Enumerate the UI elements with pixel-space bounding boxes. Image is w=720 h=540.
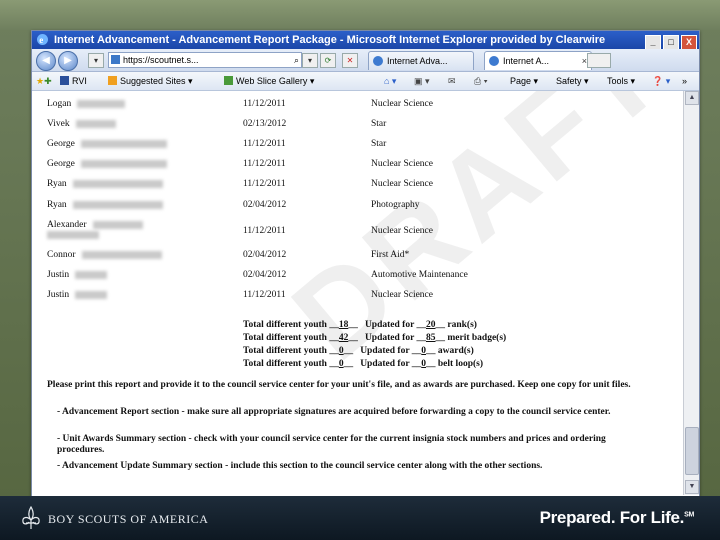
tab-label: Internet Adva... [387, 56, 448, 66]
new-tab-button[interactable] [587, 53, 611, 68]
slide-background-top [0, 0, 720, 30]
youth-name: Alexander [47, 220, 143, 240]
url-input[interactable]: https://scoutnet.s... ⌕ [108, 52, 302, 68]
scroll-up-icon[interactable]: ▲ [685, 91, 699, 105]
organization-name: BOY SCOUTS OF AMERICA [48, 512, 209, 526]
tab-label: Internet A... [503, 56, 550, 66]
award-name: Star [371, 119, 387, 129]
totals-row: Total different youth __0__ Updated for … [243, 359, 483, 369]
award-name: Nuclear Science [371, 179, 433, 189]
youth-name: George [47, 159, 167, 169]
favorite-label: Web Slice Gallery ▾ [236, 76, 315, 86]
youth-name: Justin [47, 290, 108, 300]
instruction-note: Please print this report and provide it … [47, 380, 631, 390]
web-slice-icon [224, 76, 233, 85]
rss-icon [60, 76, 69, 85]
address-bar: ◀ ▶ ▾ https://scoutnet.s... ⌕ ▾ ⟳ ✕ Inte… [32, 49, 699, 72]
svg-text:e: e [39, 35, 43, 45]
feeds-icon[interactable]: ▣ ▾ [414, 72, 430, 90]
award-name: Star [371, 139, 387, 149]
award-date: 11/12/2011 [243, 139, 286, 149]
award-date: 11/12/2011 [243, 290, 286, 300]
totals-row: Total different youth __0__ Updated for … [243, 346, 474, 356]
tab-page-icon [373, 56, 383, 66]
award-name: Nuclear Science [371, 290, 433, 300]
url-text: https://scoutnet.s... [123, 55, 199, 65]
print-icon[interactable]: ⎙ ▾ [474, 72, 487, 90]
award-date: 11/12/2011 [243, 179, 286, 189]
bsa-fleur-de-lis-icon [22, 506, 40, 529]
favorite-suggested-sites[interactable]: Suggested Sites ▾ [108, 72, 193, 90]
browser-window: e Internet Advancement - Advancement Rep… [31, 30, 700, 498]
window-title: Internet Advancement - Advancement Repor… [54, 34, 606, 46]
instruction-note: - Advancement Report section - make sure… [57, 407, 611, 417]
history-dropdown-icon[interactable]: ▾ [88, 53, 104, 68]
mail-icon[interactable]: ✉ [448, 72, 456, 90]
title-bar: e Internet Advancement - Advancement Rep… [32, 31, 699, 50]
home-icon[interactable]: ⌂ ▾ [384, 72, 396, 90]
award-date: 11/12/2011 [243, 159, 286, 169]
favorite-rvi[interactable]: RVI [60, 72, 87, 90]
totals-row: Total different youth __42__ Updated for… [243, 333, 507, 343]
youth-name: Logan [47, 99, 126, 109]
favorites-star-icon[interactable]: ★✚ [36, 72, 52, 90]
tagline: Prepared. For Life.SM [539, 508, 695, 527]
refresh-icon[interactable]: ⟳ [320, 53, 336, 68]
trademark: SM [684, 511, 694, 519]
award-date: 02/04/2012 [243, 250, 287, 260]
award-date: 11/12/2011 [243, 99, 286, 109]
totals-row: Total different youth __18__ Updated for… [243, 320, 477, 330]
dropdown-icon[interactable]: ▾ [302, 53, 318, 68]
youth-name: Ryan [47, 179, 163, 189]
award-date: 02/13/2012 [243, 119, 287, 129]
youth-name: Connor [47, 250, 162, 260]
close-button[interactable]: X [681, 35, 697, 50]
suggested-sites-icon [108, 76, 117, 85]
award-name: Automotive Maintenance [371, 270, 468, 280]
favorites-bar: ★✚ RVI Suggested Sites ▾ Web Slice Galle… [32, 72, 699, 91]
youth-name: George [47, 139, 167, 149]
favorite-web-slice-gallery[interactable]: Web Slice Gallery ▾ [224, 72, 314, 90]
toolbar-overflow-icon[interactable]: » [682, 72, 687, 90]
back-button[interactable]: ◀ [36, 51, 56, 71]
tab-internet-advancement-2[interactable]: Internet A... × [484, 51, 592, 70]
tools-tools-menu[interactable]: Tools ▾ [607, 72, 635, 90]
award-name: Nuclear Science [371, 159, 433, 169]
scroll-down-icon[interactable]: ▼ [685, 480, 699, 494]
award-name: Nuclear Science [371, 226, 433, 236]
youth-name: Justin [47, 270, 108, 280]
tab-internet-advancement-1[interactable]: Internet Adva... [368, 51, 474, 70]
award-name: First Aid* [371, 250, 410, 260]
slide-footer: BOY SCOUTS OF AMERICA Prepared. For Life… [0, 496, 720, 540]
tools-page-menu[interactable]: Page ▾ [510, 72, 538, 90]
award-name: Photography [371, 200, 420, 210]
report-content: DRAFT Logan 11/12/2011 Nuclear Science V… [32, 91, 682, 495]
instruction-note: - Advancement Update Summary section - i… [57, 461, 543, 471]
award-date: 02/04/2012 [243, 270, 287, 280]
help-icon[interactable]: ❓ ▾ [652, 72, 670, 90]
favorite-label: RVI [72, 76, 87, 86]
stop-icon[interactable]: ✕ [342, 53, 358, 68]
youth-name: Vivek [47, 119, 116, 129]
scroll-thumb[interactable] [685, 427, 699, 475]
tab-page-icon [489, 56, 499, 66]
ie-logo-icon: e [37, 34, 48, 45]
youth-name: Ryan [47, 200, 163, 210]
award-date: 02/04/2012 [243, 200, 287, 210]
favorite-label: Suggested Sites ▾ [120, 76, 193, 86]
page-icon [111, 55, 120, 64]
maximize-button[interactable]: □ [663, 35, 679, 50]
tools-safety-menu[interactable]: Safety ▾ [556, 72, 589, 90]
instruction-note: - Unit Awards Summary section - check wi… [57, 434, 606, 455]
vertical-scrollbar[interactable]: ▲ ▼ [683, 91, 699, 495]
forward-button[interactable]: ▶ [58, 51, 78, 71]
minimize-button[interactable]: _ [645, 35, 661, 50]
award-name: Nuclear Science [371, 99, 433, 109]
search-icon[interactable]: ⌕ [294, 53, 299, 67]
award-date: 11/12/2011 [243, 226, 286, 236]
